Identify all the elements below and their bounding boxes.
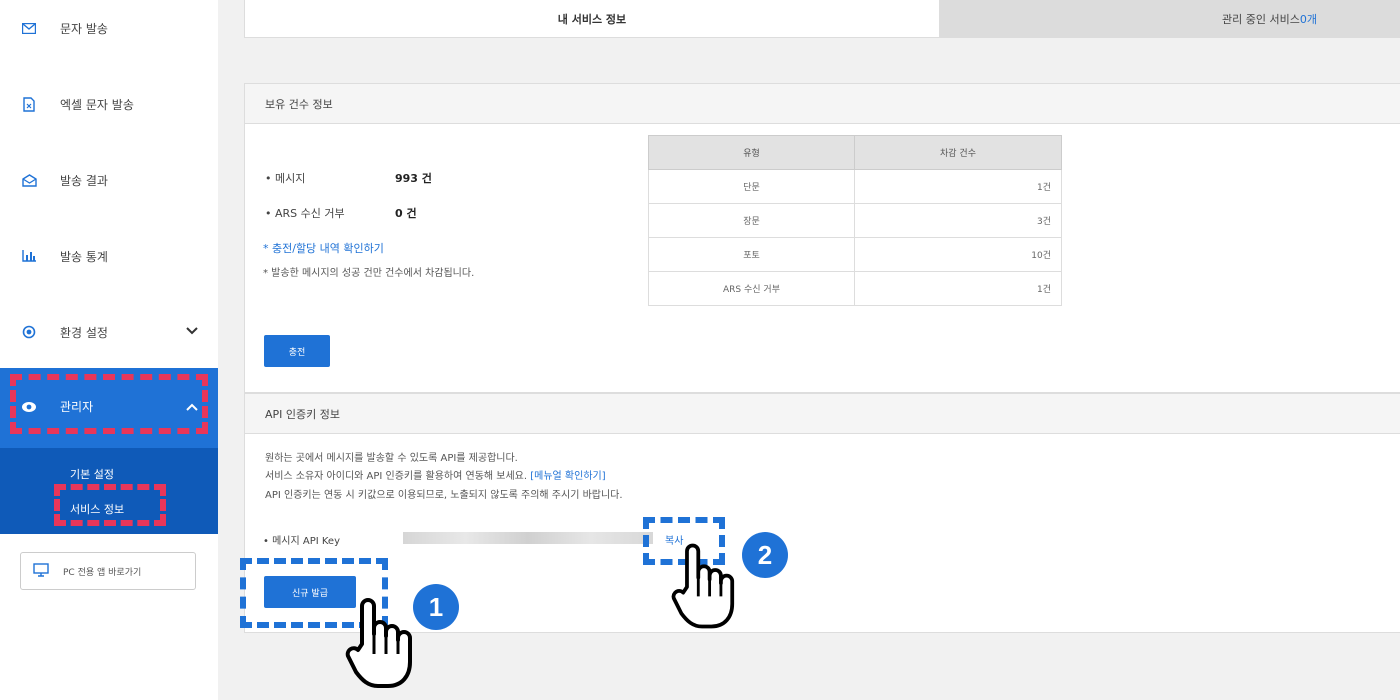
nav-label: 문자 발송 [60,21,108,36]
step-2-badge: 2 [742,532,788,578]
balance-panel-title: 보유 건수 정보 [245,84,1400,124]
table-header: 차감 건수 [854,135,1062,170]
api-key-label: • 메시지 API Key [263,536,340,547]
table-cell-count: 10건 [854,237,1062,272]
api-description-2-text: 서비스 소유자 아이디와 API 인증키를 활용하여 연동해 보세요. [265,471,528,482]
bar-chart-icon [20,247,38,265]
deduction-note: * 발송한 메시지의 성공 건만 건수에서 차감됩니다. [263,268,475,279]
monitor-icon [33,562,49,580]
tab-my-service-info[interactable]: 내 서비스 정보 [244,0,940,38]
table-cell-type: 단문 [648,169,855,204]
nav-item-send-message[interactable]: 문자 발송 [0,8,218,48]
ars-balance-row: • ARS 수신 거부 0 건 [265,205,417,221]
charge-history-link[interactable]: * 충전/할당 내역 확인하기 [263,240,384,256]
table-cell-type: ARS 수신 거부 [648,271,855,306]
mail-open-icon [20,171,38,189]
table-cell-type: 장문 [648,203,855,238]
ars-value: 0 건 [395,207,417,220]
table-header: 유형 [648,135,855,170]
api-panel-title: API 인증키 정보 [245,394,1400,434]
charge-button[interactable]: 충전 [264,335,330,367]
tab-count: 0개 [1299,13,1317,26]
nav-item-send-stats[interactable]: 발송 통계 [0,236,218,276]
highlight-service-info-box [54,484,166,526]
nav-item-send-results[interactable]: 발송 결과 [0,160,218,200]
nav-label: 환경 설정 [60,325,108,340]
envelope-icon [20,19,38,37]
table-cell-count: 1건 [854,271,1062,306]
pointer-hand-icon [671,543,735,629]
nav-label: 발송 통계 [60,249,108,264]
balance-panel: 보유 건수 정보 • 메시지 993 건 • ARS 수신 거부 0 건 * 충… [244,83,1400,393]
pc-app-label: PC 전용 앱 바로가기 [63,567,142,578]
sidebar: 문자 발송 엑셀 문자 발송 발송 결과 발송 통계 환경 설정 관리자 기본 … [0,0,218,700]
table-row: ARS 수신 거부 1건 [648,271,1062,306]
table-row: 포토 10건 [648,237,1062,272]
excel-file-icon [20,95,38,113]
nav-item-settings[interactable]: 환경 설정 [0,312,218,352]
nav-label: 엑셀 문자 발송 [60,97,134,112]
submenu-item-basic-settings[interactable]: 기본 설정 [70,466,114,482]
api-description-3: API 인증키는 연동 시 키값으로 이용되므로, 노출되지 않도록 주의해 주… [265,490,623,501]
pointer-hand-icon [345,598,412,688]
message-label: • 메시지 [265,172,306,185]
pc-app-button[interactable]: PC 전용 앱 바로가기 [20,552,196,590]
step-1-badge: 1 [413,584,459,630]
table-row: 단문 1건 [648,169,1062,204]
manual-link[interactable]: [메뉴얼 확인하기] [530,471,605,482]
service-tabs: 내 서비스 정보 관리 중인 서비스 0개 [244,0,1400,38]
api-description-2: 서비스 소유자 아이디와 API 인증키를 활용하여 연동해 보세요. [메뉴얼… [265,467,606,482]
nav-item-excel-send[interactable]: 엑셀 문자 발송 [0,84,218,124]
api-key-value-blurred [403,532,653,544]
api-description-1: 원하는 곳에서 메시지를 발송할 수 있도록 API를 제공합니다. [265,453,518,464]
nav-label: 발송 결과 [60,173,108,188]
table-cell-type: 포토 [648,237,855,272]
message-balance-row: • 메시지 993 건 [265,170,432,186]
tab-managed-services[interactable]: 관리 중인 서비스 0개 [940,0,1400,38]
message-value: 993 건 [395,172,432,185]
tab-label: 관리 중인 서비스 [1222,13,1300,26]
ars-label: • ARS 수신 거부 [265,207,345,220]
settings-icon [20,323,38,341]
highlight-admin-box [10,374,208,434]
table-row: 장문 3건 [648,203,1062,238]
table-cell-count: 3건 [854,203,1062,238]
table-cell-count: 1건 [854,169,1062,204]
deduction-table: 유형 차감 건수 단문 1건 장문 3건 포토 10건 ARS 수신 거부 1건 [648,135,1062,306]
chevron-down-icon [186,324,198,338]
